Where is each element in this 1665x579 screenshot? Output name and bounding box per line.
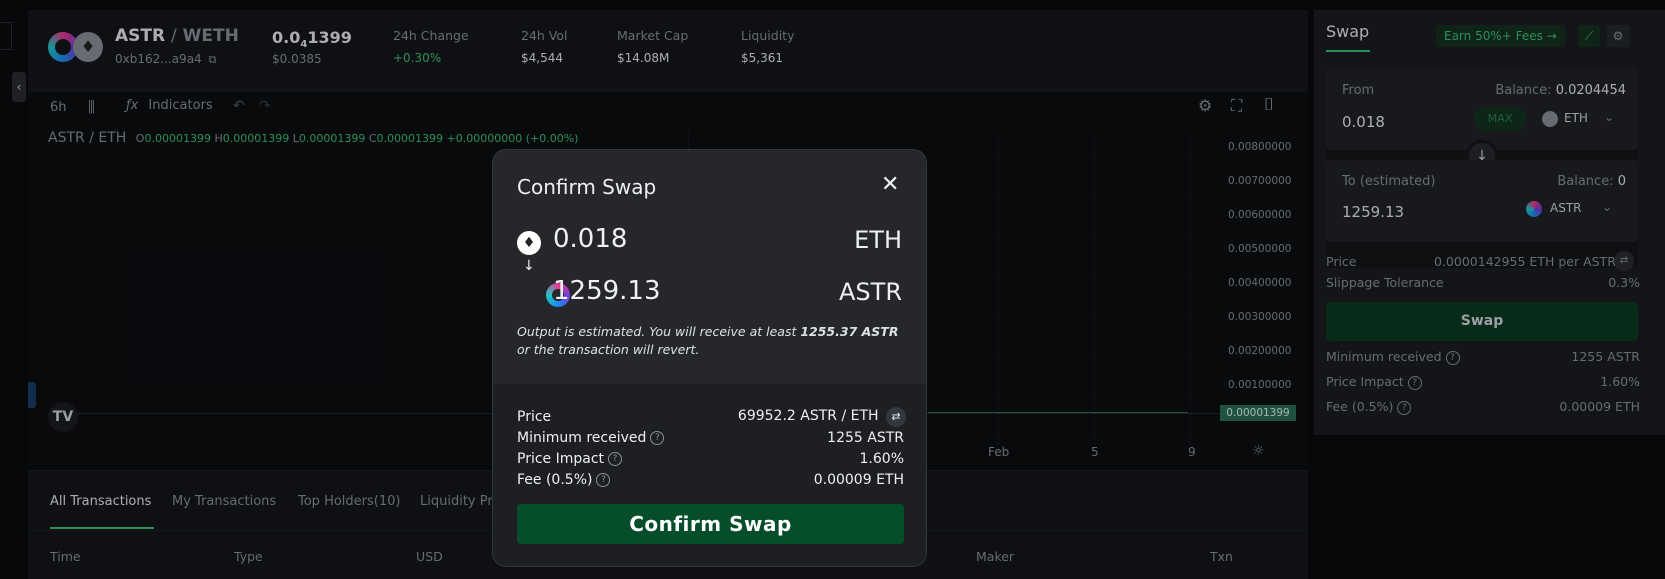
modal-min-received: 1255 ASTR [827,430,904,446]
help-icon[interactable]: ? [608,452,623,466]
modal-price-impact: 1.60% [859,451,904,467]
confirm-swap-button[interactable]: Confirm Swap [517,504,904,544]
modal-fee-label: Fee (0.5%)? [517,472,611,488]
modal-price-impact-label: Price Impact? [517,451,623,467]
modal-min-received-label: Minimum received? [517,430,665,446]
modal-title: Confirm Swap [517,175,657,199]
arrow-down-icon: ↓ [523,258,535,274]
label-text: Minimum received [517,430,647,446]
close-icon[interactable]: ✕ [881,172,899,197]
note-pre: Output is estimated. You will receive at… [517,324,797,339]
modal-fee: 0.00009 ETH [813,472,904,488]
modal-from-amount: 0.018 [553,224,628,254]
help-icon[interactable]: ? [596,473,611,487]
modal-from-token: ETH [854,226,902,254]
note-min-amount: 1255.37 ASTR [800,324,899,339]
confirm-swap-modal: Confirm Swap ✕ ♦ 0.018 ETH ↓ 1259.13 AST… [492,149,927,567]
estimate-note: Output is estimated. You will receive at… [517,323,907,359]
label-text: Price Impact [517,451,605,467]
eth-icon: ♦ [517,231,541,255]
note-post: or the transaction will revert. [517,342,700,357]
modal-to-token: ASTR [839,278,902,306]
invert-price-icon[interactable]: ⇄ [886,407,906,427]
help-icon[interactable]: ? [650,431,665,445]
modal-to-amount: 1259.13 [553,276,661,306]
label-text: Fee (0.5%) [517,472,593,488]
modal-price-label: Price [517,409,552,425]
modal-price-value: 69952.2 ASTR / ETH [737,408,879,424]
modal-price: 69952.2 ASTR / ETH ⇄ [738,407,906,427]
